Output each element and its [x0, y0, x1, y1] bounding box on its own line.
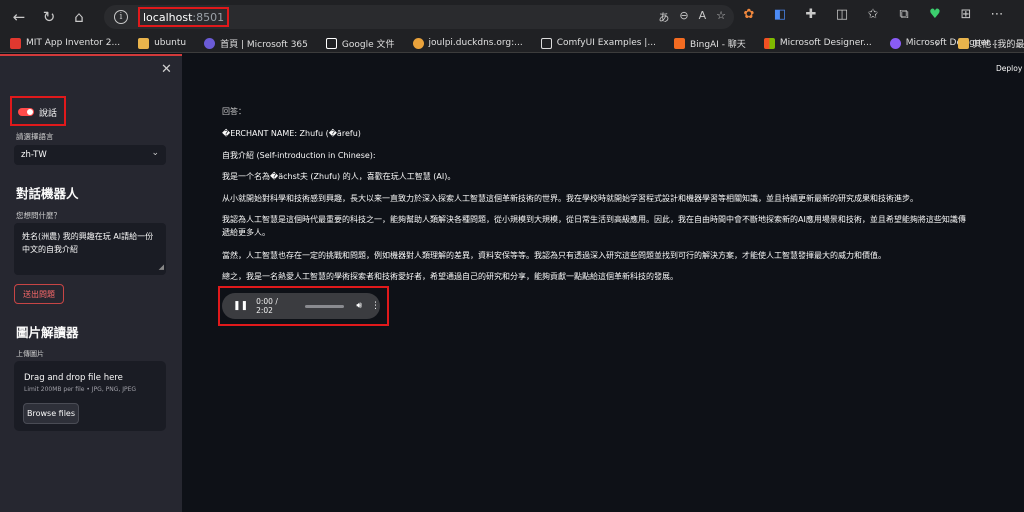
answer-line: �ERCHANT NAME: Zhufu (�ārefu): [222, 129, 361, 138]
question-text: 姓名(洲農) 我的興趣在玩 AI請給一份中文的自我介紹: [22, 232, 154, 254]
browser-health-icon[interactable]: ♥: [926, 7, 944, 22]
bookmark-label: BingAI - 聊天: [689, 39, 746, 50]
audio-time: 0:00 / 2:02: [256, 297, 278, 315]
answer-line: 自我介紹 (Self-introduction in Chinese):: [222, 151, 376, 160]
send-question-button[interactable]: 送出問題: [14, 284, 64, 304]
duckdns-icon: [412, 37, 424, 49]
pause-icon[interactable]: ❚❚: [233, 301, 248, 311]
bookmark-icon: [10, 37, 21, 49]
other-bookmarks-label: 其他 [我的最: [973, 40, 1024, 50]
microsoft-365-icon: [204, 37, 216, 49]
bookmark-label: ComfyUI Examples |...: [556, 38, 656, 48]
bookmarks-bar: MIT App Inventor 2... ubuntu 首頁 | Micros…: [0, 34, 1024, 53]
language-select[interactable]: zh-TW ⌄: [14, 145, 166, 165]
upload-image-label: 上傳圖片: [16, 350, 44, 358]
audio-player[interactable]: ❚❚ 0:00 / 2:02 🔊︎ ⋮: [222, 293, 380, 319]
answer-heading: 回答：: [222, 107, 246, 116]
answer-line: 我是一个名為�ächst夫 (Zhufu) 的人，喜歡在玩人工智慧 (AI)。: [222, 172, 456, 181]
more-options-icon[interactable]: ⋮: [371, 301, 380, 311]
image-reader-title: 圖片解讀器: [16, 325, 79, 340]
bookmark-label: joulpi.duckdns.org:...: [428, 38, 523, 48]
address-bar[interactable]: i localhost:8501 あ ⊖ A ☆: [104, 5, 734, 29]
bookmark-item[interactable]: ubuntu: [138, 37, 187, 49]
bookmark-item[interactable]: joulpi.duckdns.org:...: [412, 37, 523, 49]
bookmarks-overflow-chevron-icon[interactable]: ›: [935, 34, 939, 52]
url-port: :8501: [192, 10, 225, 24]
split-screen-icon[interactable]: ◫: [833, 7, 851, 22]
audio-progress-slider[interactable]: [304, 304, 345, 308]
microsoft-logo-icon: [763, 37, 775, 49]
other-bookmarks-folder[interactable]: 其他 [我的最: [958, 34, 1024, 52]
document-icon: [325, 37, 337, 49]
address-bar-icons: あ ⊖ A ☆: [658, 9, 726, 25]
bookmark-item[interactable]: Google 文件: [325, 37, 395, 50]
speak-toggle-label: 說話: [39, 109, 58, 119]
bookmark-item[interactable]: BingAI - 聊天: [673, 37, 746, 50]
zoom-out-icon[interactable]: ⊖: [679, 9, 688, 25]
speak-toggle-highlight[interactable]: 說話: [10, 96, 66, 126]
browser-extension-icons: ✿ ◧ ✚ ◫ ✩ ⧉ ♥ ⊞ ⋯: [740, 7, 1006, 22]
answer-line: 从小就開始對科學和技術感到興趣，長大以来一直致力於深入探索人工智慧這個革新技術的…: [222, 194, 918, 203]
extension-icon[interactable]: ✿: [740, 7, 758, 22]
favorites-icon[interactable]: ✩: [864, 7, 882, 22]
answer-line: 總之，我是一名熱愛人工智慧的學術探索者和技術愛好者，希望通過自己的研究和分享，能…: [222, 272, 678, 281]
back-arrow-icon[interactable]: ←: [6, 4, 32, 30]
deploy-button[interactable]: Deploy: [996, 64, 1022, 73]
bookmark-item[interactable]: 首頁 | Microsoft 365: [204, 37, 308, 50]
translator-extension-icon[interactable]: ◧: [771, 7, 789, 22]
bookmark-label: MIT App Inventor 2...: [26, 38, 121, 48]
extensions-puzzle-icon[interactable]: ✚: [802, 7, 820, 22]
sidebar: ✕ 說話 請選擇語言 zh-TW ⌄ 對話機器人 您想問什麼？ 姓名(洲農) 我…: [0, 54, 182, 512]
bookmark-label: ubuntu: [154, 38, 187, 48]
home-icon[interactable]: ⌂: [66, 4, 92, 30]
question-textarea[interactable]: 姓名(洲農) 我的興趣在玩 AI請給一份中文的自我介紹 ◢: [14, 223, 166, 275]
url-highlight[interactable]: localhost:8501: [138, 7, 230, 27]
speak-toggle[interactable]: [18, 108, 34, 116]
language-label: 請選擇語言: [16, 132, 54, 141]
bookmark-item[interactable]: ComfyUI Examples |...: [540, 37, 656, 49]
url-host: localhost: [143, 10, 193, 24]
folder-icon: [958, 38, 969, 49]
chevron-down-icon: ⌄: [151, 148, 159, 158]
read-aloud-icon[interactable]: A: [699, 9, 707, 25]
resize-handle-icon[interactable]: ◢: [159, 261, 164, 274]
bookmark-label: 首頁 | Microsoft 365: [220, 39, 308, 50]
chatbot-title: 對話機器人: [16, 186, 79, 201]
favorite-star-icon[interactable]: ☆: [716, 9, 726, 25]
volume-icon[interactable]: 🔊︎: [356, 301, 362, 311]
bookmark-item[interactable]: Microsoft Designer...: [763, 37, 872, 49]
collections-icon[interactable]: ⧉: [895, 7, 913, 22]
dropzone-limit: Limit 200MB per file • JPG, PNG, JPEG: [24, 386, 137, 393]
ask-label: 您想問什麼？: [16, 211, 61, 220]
close-icon[interactable]: ✕: [161, 62, 172, 77]
document-icon: [540, 37, 552, 49]
folder-icon: [138, 37, 150, 49]
browser-toolbar: ← ↻ ⌂ i localhost:8501 あ ⊖ A ☆ ✿ ◧ ✚ ◫ ✩…: [0, 0, 1024, 34]
browse-files-button[interactable]: Browse files: [23, 403, 79, 424]
translate-icon[interactable]: あ: [658, 9, 669, 25]
bing-icon: [673, 37, 685, 49]
reload-icon[interactable]: ↻: [36, 4, 62, 30]
toggle-knob: [27, 109, 33, 115]
bookmark-item[interactable]: MIT App Inventor 2...: [10, 37, 121, 49]
site-info-icon[interactable]: i: [114, 10, 128, 24]
screenshot-icon[interactable]: ⊞: [957, 7, 975, 22]
file-dropzone[interactable]: Drag and drop file here Limit 200MB per …: [14, 361, 166, 431]
answer-line: 遞給更多人。: [222, 228, 270, 237]
answer-line: 我認為人工智慧是這個時代最重要的科技之一，能夠幫助人類解決各種問題，從小規模到大…: [222, 215, 966, 224]
designer-icon: [889, 37, 901, 49]
audio-player-highlight: ❚❚ 0:00 / 2:02 🔊︎ ⋮: [218, 286, 389, 326]
bookmark-label: Google 文件: [341, 39, 395, 50]
answer-line: 當然，人工智慧也存在一定的挑戰和問題，例如機器對人類理解的差異，資料安保等等。我…: [222, 251, 886, 260]
language-value: zh-TW: [21, 150, 47, 160]
menu-dots-icon[interactable]: ⋯: [988, 7, 1006, 22]
bookmark-label: Microsoft Designer...: [779, 38, 872, 48]
dropzone-title: Drag and drop file here: [24, 373, 123, 383]
